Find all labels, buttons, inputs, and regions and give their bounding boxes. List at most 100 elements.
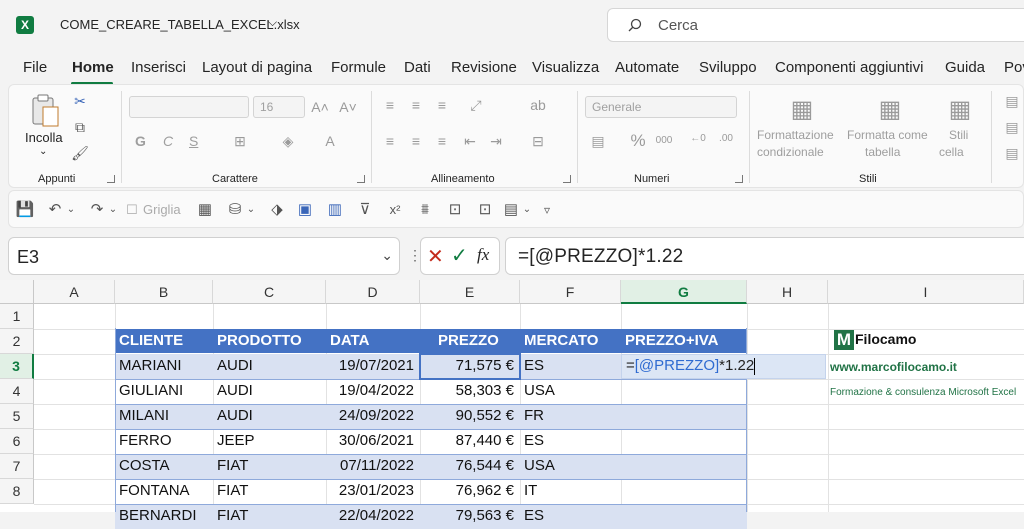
table-cell[interactable]: FIAT (213, 479, 326, 503)
row-header-7[interactable]: 7 (0, 454, 34, 479)
cancel-icon[interactable]: ✕ (427, 244, 444, 269)
superscript-icon[interactable]: x² (385, 200, 405, 220)
select-all-button[interactable] (0, 280, 34, 304)
grow-font-icon[interactable]: A˄ (311, 99, 329, 115)
format-as-table-label[interactable]: Formatta come (847, 128, 928, 142)
underline-button[interactable]: S (189, 133, 198, 149)
enter-icon[interactable]: ✓ (451, 243, 468, 268)
table-cell[interactable]: FIAT (213, 504, 326, 528)
row-header-1[interactable]: 1 (0, 304, 34, 329)
column-header-e[interactable]: E (420, 280, 520, 304)
clipboard-launcher-icon[interactable] (107, 175, 115, 183)
cell-styles-label-2[interactable]: cella (939, 145, 964, 159)
row-header-3[interactable]: 3 (0, 354, 34, 379)
increase-indent-icon[interactable]: ⇥ (487, 133, 505, 149)
table-cell[interactable]: 30/06/2021 (326, 429, 420, 453)
table-cell[interactable]: MILANI (115, 404, 213, 428)
font-launcher-icon[interactable] (357, 175, 365, 183)
image-icon[interactable]: ▣ (295, 200, 315, 220)
cell-styles-icon[interactable]: ▦ (945, 97, 975, 123)
tab-power[interactable]: Pov (1004, 59, 1024, 76)
table-cell[interactable]: ES (520, 429, 621, 453)
table-cell[interactable]: 22/04/2022 (326, 504, 420, 528)
align-middle-icon[interactable]: ≡ (407, 97, 425, 113)
table-cell[interactable]: 24/09/2022 (326, 404, 420, 428)
cell-styles-label[interactable]: Stili (949, 128, 968, 142)
column-header-d[interactable]: D (326, 280, 420, 304)
align-center-icon[interactable]: ≡ (407, 133, 425, 149)
comma-style-icon[interactable]: 000 (655, 133, 673, 149)
merge-center-icon[interactable]: ⊟ (529, 133, 547, 149)
cut-icon[interactable]: ✂ (71, 93, 89, 109)
table-cell[interactable]: 79,563 € (420, 504, 520, 528)
number-launcher-icon[interactable] (735, 175, 743, 183)
table-cell[interactable]: USA (520, 454, 621, 478)
row-header-4[interactable]: 4 (0, 379, 34, 404)
row-header-5[interactable]: 5 (0, 404, 34, 429)
tab-file[interactable]: File (23, 59, 47, 76)
number-format-dropdown[interactable]: Generale (585, 96, 737, 118)
redo-icon[interactable]: ↷ (87, 200, 107, 220)
table-cell[interactable]: AUDI (213, 404, 326, 428)
tab-page-layout[interactable]: Layout di pagina (202, 59, 312, 76)
decrease-indent-icon[interactable]: ⇤ (461, 133, 479, 149)
search-box[interactable]: Cerca (607, 8, 1024, 42)
column-header-a[interactable]: A (34, 280, 115, 304)
bold-button[interactable]: G (135, 133, 146, 149)
alignment-launcher-icon[interactable] (563, 175, 571, 183)
format-painter-icon[interactable]: 🖌 (71, 145, 89, 161)
table-cell[interactable]: AUDI (213, 379, 326, 403)
conditional-formatting-icon[interactable]: ▦ (787, 97, 817, 123)
table-cell[interactable]: COSTA (115, 454, 213, 478)
gridlines-checkbox[interactable]: ☐ (125, 200, 139, 220)
label-icon[interactable]: ⬗ (267, 200, 287, 220)
active-edit-cell[interactable]: =[@PREZZO]*1.22 (621, 354, 826, 379)
table-cell[interactable]: GIULIANI (115, 379, 213, 403)
align-bottom-icon[interactable]: ≡ (433, 97, 451, 113)
table-cell[interactable]: 19/04/2022 (326, 379, 420, 403)
format-as-table-icon[interactable]: ▦ (875, 97, 905, 123)
tab-developer[interactable]: Sviluppo (699, 59, 757, 76)
table-cell[interactable]: 76,962 € (420, 479, 520, 503)
name-box[interactable]: E3 ⌄ (8, 237, 400, 275)
tab-automate[interactable]: Automate (615, 59, 679, 76)
decrease-decimal-icon[interactable]: .00 (717, 131, 735, 147)
fill-color-icon[interactable]: ◈ (279, 133, 297, 149)
delete-cells-icon[interactable]: ▤ (1003, 119, 1021, 135)
table-cell[interactable]: USA (520, 379, 621, 403)
customize-qat-icon[interactable]: ▿ (539, 200, 555, 220)
shrink-font-icon[interactable]: A˅ (339, 99, 357, 115)
table-cell[interactable]: FR (520, 404, 621, 428)
freeze-dropdown-icon[interactable]: ⌄ (521, 200, 533, 220)
align-left-icon[interactable]: ≡ (381, 133, 399, 149)
accounting-format-icon[interactable]: ▤ (589, 133, 607, 149)
row-header-6[interactable]: 6 (0, 429, 34, 454)
table-cell[interactable]: AUDI (213, 354, 326, 378)
chevron-down-icon[interactable]: ⌄ (381, 247, 393, 264)
table-cell[interactable]: IT (520, 479, 621, 503)
save-icon[interactable]: 💾 (15, 200, 35, 220)
tab-insert[interactable]: Inserisci (131, 59, 186, 76)
align-top-icon[interactable]: ≡ (381, 97, 399, 113)
tab-help[interactable]: Guida (945, 59, 985, 76)
tab-addins[interactable]: Componenti aggiuntivi (775, 59, 923, 76)
table-cell[interactable]: 87,440 € (420, 429, 520, 453)
table-cell[interactable]: BERNARDI (115, 504, 213, 528)
table-cell[interactable]: 07/11/2022 (326, 454, 420, 478)
insert-cells-icon[interactable]: ▤ (1003, 93, 1021, 109)
align-right-icon[interactable]: ≡ (433, 133, 451, 149)
form-icon[interactable]: ▦ (195, 200, 215, 220)
table-cell[interactable]: ES (520, 354, 621, 378)
conditional-formatting-label-2[interactable]: condizionale (757, 145, 824, 159)
wrap-text-icon[interactable]: ab (529, 97, 547, 113)
database-icon[interactable]: ⛁ (225, 200, 245, 220)
database-dropdown-icon[interactable]: ⌄ (245, 200, 257, 220)
conditional-formatting-label[interactable]: Formattazione (757, 128, 834, 142)
percent-icon[interactable]: % (629, 132, 647, 149)
insert-function-icon[interactable]: fx (477, 245, 489, 265)
column-header-f[interactable]: F (520, 280, 621, 304)
table-cell[interactable]: ES (520, 504, 621, 528)
table-cell[interactable]: FONTANA (115, 479, 213, 503)
copy-icon[interactable]: ⧉ (71, 119, 89, 135)
column-header-i[interactable]: I (828, 280, 1024, 304)
